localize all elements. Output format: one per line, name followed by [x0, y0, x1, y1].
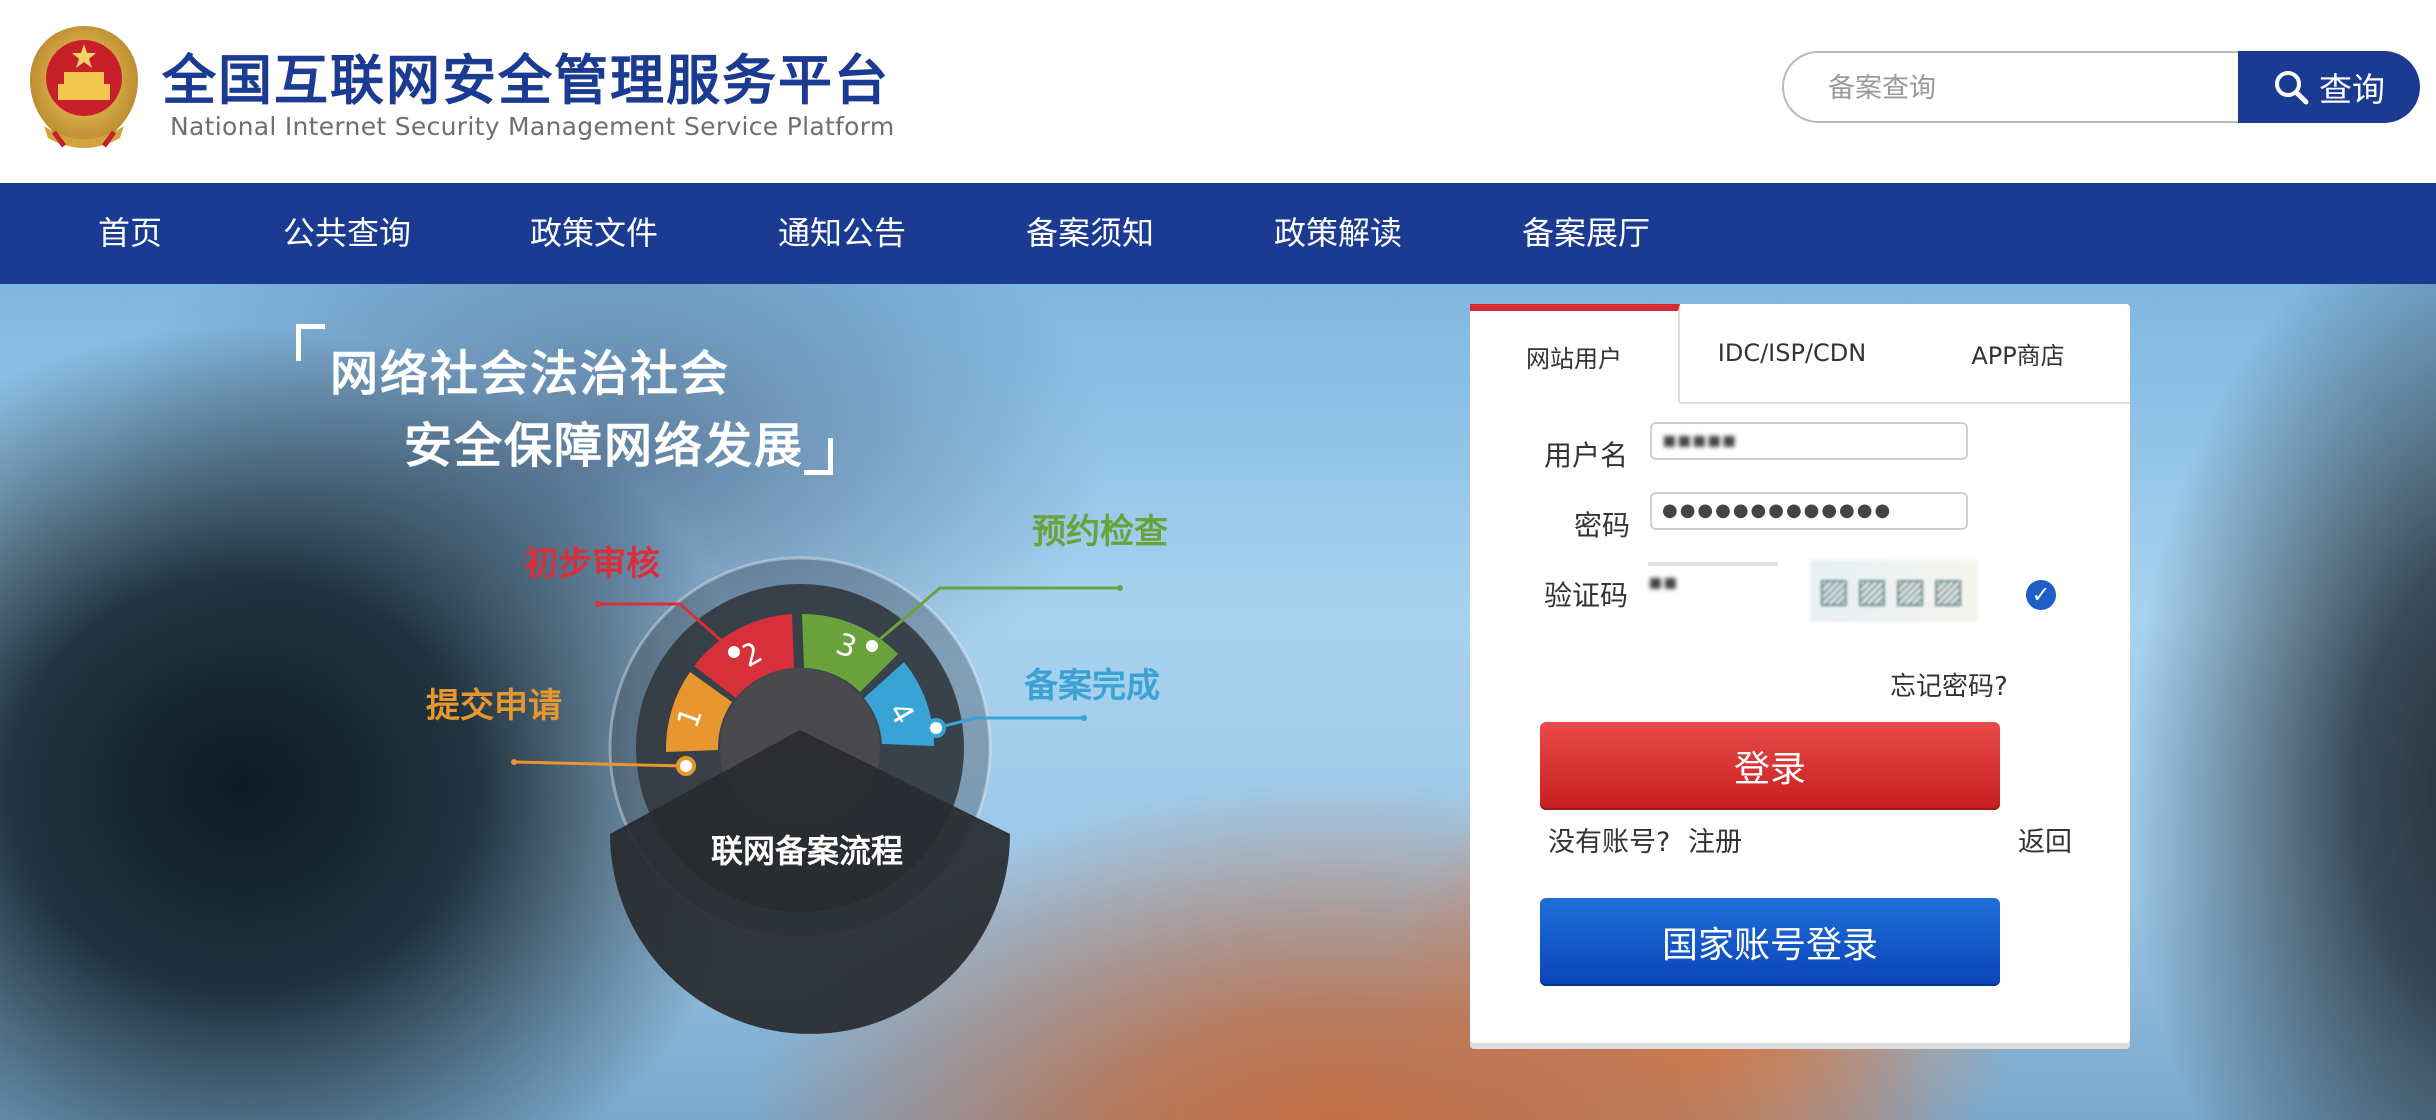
search-field[interactable]: [1782, 51, 2238, 123]
captcha-image[interactable]: ▨▨▨▨: [1810, 560, 1978, 622]
step-label-submit: 提交申请: [426, 686, 562, 726]
filing-process-diagram: 1 2 3 4 联网备案流程: [511, 556, 1123, 1034]
nav-item-notices[interactable]: 通知公告: [778, 183, 906, 284]
step-label-review: 初步审核: [524, 544, 660, 584]
captcha-input[interactable]: ▪▪: [1648, 562, 1786, 606]
nav-item-policy-documents[interactable]: 政策文件: [530, 183, 658, 284]
login-panel: 网站用户 IDC/ISP/CDN APP商店 用户名 ▪▪▪▪▪ 密码 ●●●●…: [1470, 304, 2130, 1043]
check-circle-icon: ✓: [2026, 580, 2056, 610]
step-label-complete: 备案完成: [1024, 666, 1160, 706]
username-label: 用户名: [1544, 439, 1629, 472]
captcha-label: 验证码: [1544, 579, 1629, 612]
password-dots: ●●●●●●●●●●●●●: [1662, 500, 1893, 521]
login-tabs: 网站用户 IDC/ISP/CDN APP商店: [1470, 304, 2130, 404]
back-link[interactable]: 返回: [2018, 820, 2072, 859]
slogan-bracket-right: [804, 438, 833, 475]
main-nav: 首页 公共查询 政策文件 通知公告 备案须知 政策解读 备案展厅: [0, 183, 2436, 284]
site-subtitle: National Internet Security Management Se…: [170, 112, 895, 141]
no-account-text: 没有账号?: [1548, 827, 1671, 858]
slogan-line-2: 安全保障网络发展: [404, 418, 805, 474]
nav-item-home[interactable]: 首页: [98, 183, 162, 284]
register-link[interactable]: 注册: [1688, 820, 1742, 859]
process-title: 联网备案流程: [711, 832, 903, 870]
site-title: 全国互联网安全管理服务平台: [162, 49, 890, 112]
login-button[interactable]: 登录: [1540, 722, 2000, 810]
username-value-redacted: ▪▪▪▪▪: [1662, 428, 1737, 453]
password-field[interactable]: ●●●●●●●●●●●●●: [1650, 492, 1968, 530]
slogan-bracket-left: [296, 324, 325, 361]
step-label-inspection: 预约检查: [1032, 512, 1168, 552]
username-field[interactable]: ▪▪▪▪▪: [1650, 422, 1968, 460]
nav-item-policy-interpretation[interactable]: 政策解读: [1274, 183, 1402, 284]
tab-idc-isp-cdn[interactable]: IDC/ISP/CDN: [1678, 304, 1906, 402]
slogan-line-1: 网络社会法治社会: [330, 346, 731, 402]
search-input[interactable]: [1826, 53, 2230, 123]
national-emblem-icon: [30, 26, 138, 148]
tab-website-user[interactable]: 网站用户: [1470, 304, 1680, 404]
national-account-login-button[interactable]: 国家账号登录: [1540, 898, 2000, 986]
site-header: 全国互联网安全管理服务平台 National Internet Security…: [0, 0, 2436, 183]
password-label: 密码: [1574, 509, 1631, 542]
nav-item-filing-hall[interactable]: 备案展厅: [1522, 183, 1650, 284]
search-button-label: 查询: [2319, 70, 2385, 109]
nav-item-filing-guide[interactable]: 备案须知: [1026, 183, 1154, 284]
captcha-value-redacted: ▪▪: [1648, 570, 1678, 595]
tab-app-store[interactable]: APP商店: [1906, 304, 2130, 402]
search-button[interactable]: 查询: [2238, 51, 2420, 123]
nav-item-public-query[interactable]: 公共查询: [283, 183, 411, 284]
forgot-password-link[interactable]: 忘记密码?: [1890, 666, 2008, 703]
search-icon: [2275, 71, 2309, 105]
